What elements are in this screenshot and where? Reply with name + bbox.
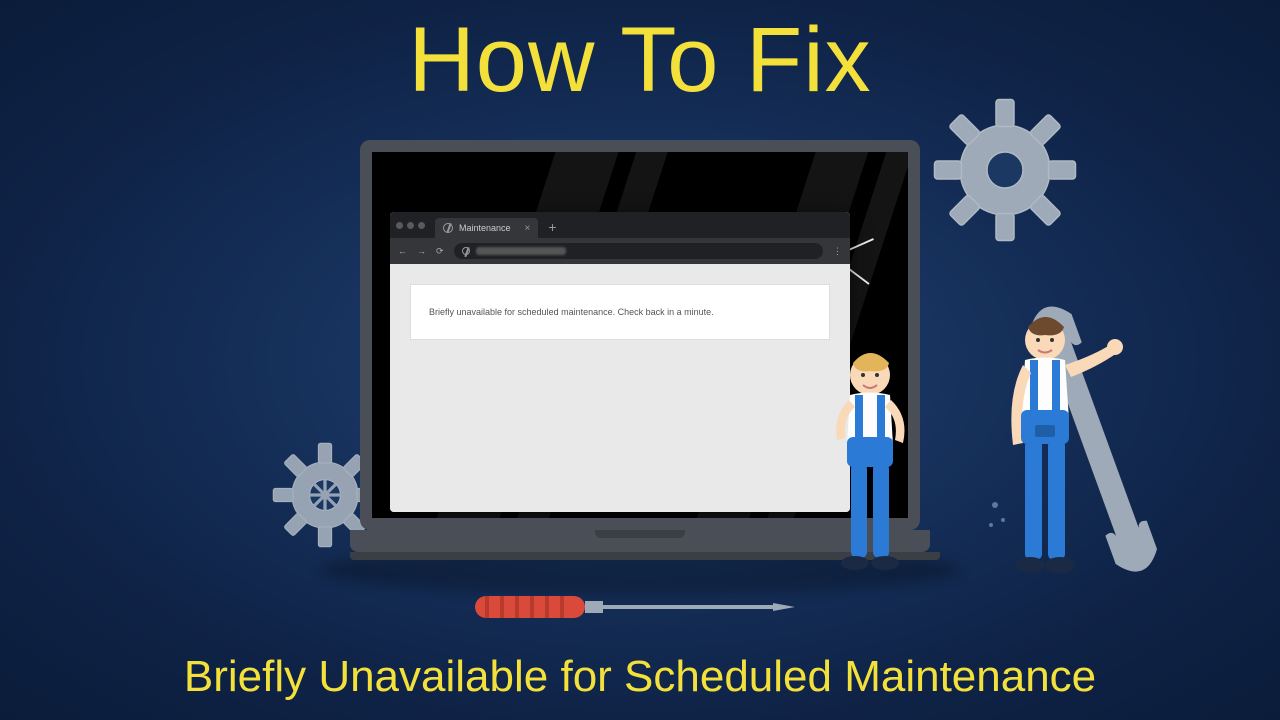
globe-icon: [443, 223, 453, 233]
browser-viewport: Briefly unavailable for scheduled mainte…: [390, 264, 850, 512]
heading-top: How To Fix: [0, 8, 1280, 113]
browser-toolbar: ← → ⟳ ⋮: [390, 238, 850, 264]
back-icon[interactable]: ←: [398, 246, 407, 256]
forward-icon[interactable]: →: [417, 246, 426, 256]
menu-icon[interactable]: ⋮: [833, 246, 842, 257]
browser-tab-bar: Maintenance × +: [390, 212, 850, 238]
gear-icon: [930, 95, 1080, 245]
maintenance-message: Briefly unavailable for scheduled mainte…: [410, 284, 830, 340]
reload-icon[interactable]: ⟳: [436, 246, 444, 257]
address-bar[interactable]: [454, 243, 823, 259]
worker-sitting-illustration: [815, 345, 935, 595]
browser-window: Maintenance × + ← → ⟳ ⋮ Briefly u: [390, 212, 850, 512]
globe-icon: [462, 247, 470, 255]
worker-standing-illustration: [985, 295, 1195, 615]
url-blur: [476, 247, 566, 255]
screwdriver-icon: [470, 582, 800, 632]
close-icon[interactable]: ×: [525, 223, 531, 234]
browser-tab[interactable]: Maintenance ×: [435, 218, 538, 238]
window-controls: [396, 222, 425, 229]
heading-bottom: Briefly Unavailable for Scheduled Mainte…: [0, 652, 1280, 702]
new-tab-button[interactable]: +: [548, 219, 556, 235]
tab-title: Maintenance: [459, 223, 511, 233]
